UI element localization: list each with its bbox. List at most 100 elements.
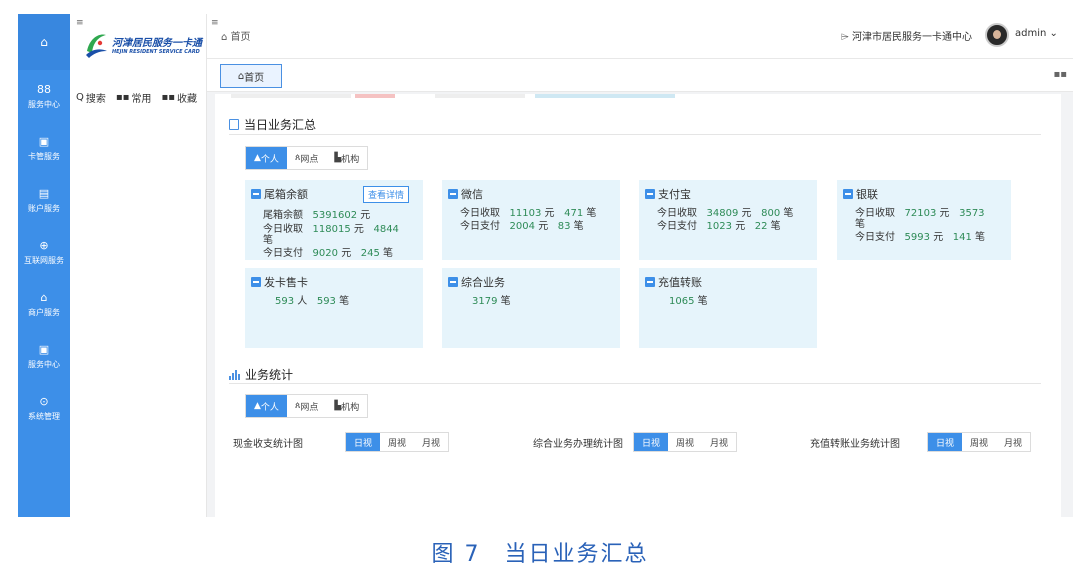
top-bar: ≡ ⌂ 首页 ⌲ 河津市居民服务一卡通中心 admin ⌄	[207, 14, 1073, 58]
document-icon	[229, 119, 239, 130]
card-title: 尾箱余额	[251, 186, 308, 202]
avatar[interactable]	[985, 23, 1009, 47]
store-icon: ⌂	[40, 290, 48, 304]
globe-icon: ⊕	[39, 238, 49, 252]
chart-label-recharge: 充值转账业务统计图	[810, 439, 900, 450]
org-name[interactable]: ⌲ 河津市居民服务一卡通中心	[841, 28, 972, 43]
main-area: ≡ ⌂ 首页 ⌲ 河津市居民服务一卡通中心 admin ⌄ ⌂ 首页 ▪▪ 当日…	[207, 14, 1073, 517]
rail-item-merchant-service[interactable]: ⌂ 商户服务	[18, 278, 70, 330]
card-title: 充值转账	[645, 274, 702, 290]
view-month[interactable]: 月视	[996, 433, 1030, 451]
card-recharge: 充值转账 1065 笔	[639, 268, 817, 348]
person-icon: ▲	[254, 153, 261, 163]
segment-org[interactable]: ▙ 机构	[326, 147, 367, 169]
view-toggle-cash: 日视 周视 月视	[345, 432, 450, 452]
chevron-down-icon: ⌄	[1046, 28, 1058, 39]
card-cash-balance: 尾箱余额 查看详情 尾箱余额 5391602 元 今日收取 118015 元 4…	[245, 180, 423, 260]
kv-row: 今日支付 9020 元 245 笔	[263, 248, 394, 259]
app-window: ⌂ 88 服务中心 ▣ 卡管服务 ▤ 账户服务 ⊕ 互联网服务 ⌂ 商户服务 ▣…	[18, 14, 1073, 517]
summary-segment: ▲ 个人 ጰ 网点 ▙ 机构	[245, 146, 369, 170]
person-icon: ▲	[254, 401, 261, 411]
stats-segment: ▲ 个人 ጰ 网点 ▙ 机构	[245, 394, 369, 418]
view-day[interactable]: 日视	[634, 433, 669, 451]
segment-person[interactable]: ▲ 个人	[246, 395, 287, 417]
card-composite: 综合业务 3179 笔	[442, 268, 620, 348]
card-icon: ▣	[38, 134, 50, 148]
card-icon	[448, 277, 458, 287]
kv-row: 今日收取 118015 元 4844	[263, 224, 399, 235]
monitor-icon: ▣	[38, 342, 50, 356]
segment-person[interactable]: ▲ 个人	[246, 147, 287, 169]
left-nav-rail: ⌂ 88 服务中心 ▣ 卡管服务 ▤ 账户服务 ⊕ 互联网服务 ⌂ 商户服务 ▣…	[18, 14, 70, 517]
section-title-summary: 当日业务汇总	[229, 116, 316, 133]
scrolled-row	[225, 94, 695, 100]
rail-item-card-service[interactable]: ▣ 卡管服务	[18, 122, 70, 174]
card-title: 支付宝	[645, 186, 691, 202]
building-icon: ▙	[334, 153, 342, 163]
segment-org[interactable]: ▙ 机构	[326, 395, 367, 417]
divider	[229, 383, 1041, 384]
collapse-icon[interactable]: ≡	[211, 18, 219, 28]
view-week[interactable]: 周视	[962, 433, 996, 451]
view-day[interactable]: 日视	[346, 433, 381, 451]
quick-search[interactable]: Q 搜索	[76, 90, 106, 105]
view-week[interactable]: 周视	[668, 433, 702, 451]
view-detail-button[interactable]: 查看详情	[363, 186, 410, 203]
location-icon: ⌲	[841, 32, 852, 43]
card-title: 微信	[448, 186, 483, 202]
card-icon	[448, 189, 458, 199]
quick-favorite[interactable]: ▪▪ 收藏	[161, 90, 197, 105]
kv-row: 3179 笔	[472, 296, 511, 307]
view-week[interactable]: 周视	[380, 433, 414, 451]
segment-branch[interactable]: ጰ 网点	[287, 395, 326, 417]
collapse-icon[interactable]: ≡	[76, 18, 84, 28]
breadcrumb[interactable]: ⌂ 首页	[221, 28, 251, 43]
card-title: 发卡售卡	[251, 274, 308, 290]
dashboard-content: 当日业务汇总 ▲ 个人 ጰ 网点 ▙ 机构 尾箱余额 查看详情 尾箱余额 539…	[215, 94, 1061, 517]
grid-menu-icon[interactable]: ▪▪	[1053, 69, 1067, 80]
tabs-bar: ⌂ 首页 ▪▪	[207, 58, 1073, 92]
brand-logo: 河津居民服务一卡通 HEJIN RESIDENT SERVICE CARD	[84, 24, 204, 64]
rail-item-service-center[interactable]: 88 服务中心	[18, 70, 70, 122]
card-icon	[251, 189, 261, 199]
rail-item-service-center-2[interactable]: ▣ 服务中心	[18, 330, 70, 382]
segment-branch[interactable]: ጰ 网点	[287, 147, 326, 169]
kv-row: 今日支付 2004 元 83 笔	[460, 221, 584, 232]
rail-item-internet-service[interactable]: ⊕ 互联网服务	[18, 226, 70, 278]
section-title-stats: 业务统计	[229, 366, 293, 383]
card-title: 综合业务	[448, 274, 505, 290]
view-toggle-composite: 日视 周视 月视	[633, 432, 738, 452]
card-unionpay: 银联 今日收取 72103 元 3573 笔 今日支付 5993 元 141 笔	[837, 180, 1011, 260]
logo-swoosh-icon	[86, 34, 107, 58]
view-month[interactable]: 月视	[414, 433, 448, 451]
kv-row: 尾箱余额 5391602 元	[263, 210, 371, 221]
card-icon	[645, 277, 655, 287]
kv-row: 今日收取 72103 元 3573	[855, 208, 985, 219]
rail-item-system-admin[interactable]: ⊙ 系统管理	[18, 382, 70, 434]
logo-title-en: HEJIN RESIDENT SERVICE CARD	[112, 48, 200, 55]
view-month[interactable]: 月视	[702, 433, 736, 451]
search-icon: Q	[76, 92, 84, 103]
card-icon	[843, 189, 853, 199]
card-icon	[251, 277, 261, 287]
home-icon[interactable]: ⌂	[18, 14, 70, 70]
kv-row: 今日支付 1023 元 22 笔	[657, 221, 781, 232]
kv-row: 593 人 593 笔	[275, 296, 350, 307]
view-day[interactable]: 日视	[928, 433, 963, 451]
document-icon: ▤	[38, 186, 50, 200]
user-menu[interactable]: admin ⌄	[1015, 28, 1058, 39]
rail-item-account-service[interactable]: ▤ 账户服务	[18, 174, 70, 226]
card-icon	[645, 189, 655, 199]
divider	[229, 134, 1041, 135]
apps-icon: 88	[37, 82, 51, 96]
card-alipay: 支付宝 今日收取 34809 元 800 笔 今日支付 1023 元 22 笔	[639, 180, 817, 260]
quick-common[interactable]: ▪▪ 常用	[116, 90, 152, 105]
figure-caption: 图 7 当日业务汇总	[431, 542, 649, 567]
settings-icon: ⊙	[39, 394, 49, 408]
bar-chart-icon	[229, 369, 240, 380]
kv-row: 今日支付 5993 元 141 笔	[855, 232, 986, 243]
grid-icon: ▪▪	[115, 92, 130, 103]
quick-actions: Q 搜索 ▪▪ 常用 ▪▪ 收藏	[76, 90, 197, 105]
logo-title-cn: 河津居民服务一卡通	[112, 37, 202, 49]
tab-home[interactable]: ⌂ 首页	[220, 64, 282, 88]
